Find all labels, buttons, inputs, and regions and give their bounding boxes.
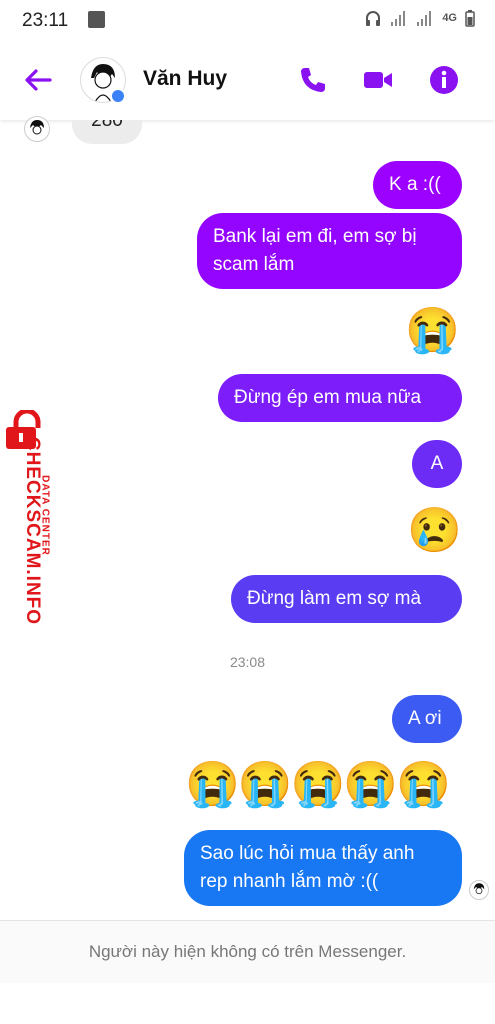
gallery-notification-icon (88, 11, 105, 28)
message-bubble[interactable]: Bank lại em đi, em sợ bị scam lắm (197, 213, 462, 289)
battery-icon (465, 9, 475, 27)
message-bubble[interactable]: A ơi (392, 695, 462, 743)
incoming-message-bubble[interactable]: 280 (72, 120, 142, 144)
signal-icon-2 (417, 11, 432, 26)
emoji-message[interactable]: 😭 (405, 306, 460, 356)
message-list[interactable]: 280 K a :(( Bank lại em đi, em sợ bị sca… (0, 116, 495, 920)
info-icon[interactable] (428, 64, 460, 96)
status-icons: 4G (364, 9, 475, 27)
network-type: 4G (442, 12, 457, 24)
message-text: Sao lúc hỏi mua thấy anh rep nhanh lắm m… (200, 843, 415, 892)
watermark: CHECKSCAM.INFO DATA CENTER (2, 410, 62, 650)
avatar-illustration (30, 120, 44, 135)
message-text: A ơi (408, 708, 442, 729)
crying-faces-emoji: 😭😭😭😭😭 (185, 760, 451, 809)
incoming-message-text: 280 (91, 120, 123, 131)
contact-name[interactable]: Văn Huy (143, 67, 227, 91)
message-text: Đừng ép em mua nữa (234, 387, 422, 408)
message-bubble[interactable]: Đừng làm em sợ mà (231, 575, 462, 623)
message-text: Đừng làm em sợ mà (247, 588, 422, 609)
headphones-icon (366, 11, 381, 26)
seen-avatar (469, 880, 489, 900)
back-arrow-icon[interactable] (22, 64, 54, 96)
message-text: A (430, 453, 444, 474)
message-bubble[interactable]: Đừng ép em mua nữa (218, 374, 462, 422)
incoming-avatar (24, 116, 50, 142)
chat-header: Văn Huy (0, 40, 495, 120)
message-bubble[interactable]: A (412, 440, 462, 488)
avatar-illustration (473, 883, 485, 895)
emoji-message[interactable]: 😭😭😭😭😭 (185, 760, 451, 810)
message-timestamp: 23:08 (229, 654, 266, 670)
sad-face-emoji: 😢 (407, 506, 462, 555)
crying-face-emoji: 😭 (405, 306, 460, 355)
message-bubble[interactable]: K a :(( (373, 161, 462, 209)
unavailable-notice: Người này hiện không có trên Messenger. (0, 920, 495, 983)
message-text: Bank lại em đi, em sợ bị scam lắm (213, 226, 417, 275)
message-text: K a :(( (389, 174, 441, 195)
status-bar: 23:11 4G (0, 0, 495, 40)
signal-icon-1 (391, 11, 406, 26)
status-time: 23:11 (22, 10, 69, 31)
phone-call-icon[interactable] (297, 64, 329, 96)
message-bubble[interactable]: Sao lúc hỏi mua thấy anh rep nhanh lắm m… (184, 830, 462, 906)
verified-badge-icon (110, 88, 126, 104)
video-call-icon[interactable] (362, 64, 394, 96)
watermark-subtitle: DATA CENTER (39, 475, 51, 556)
emoji-message[interactable]: 😢 (407, 506, 462, 556)
